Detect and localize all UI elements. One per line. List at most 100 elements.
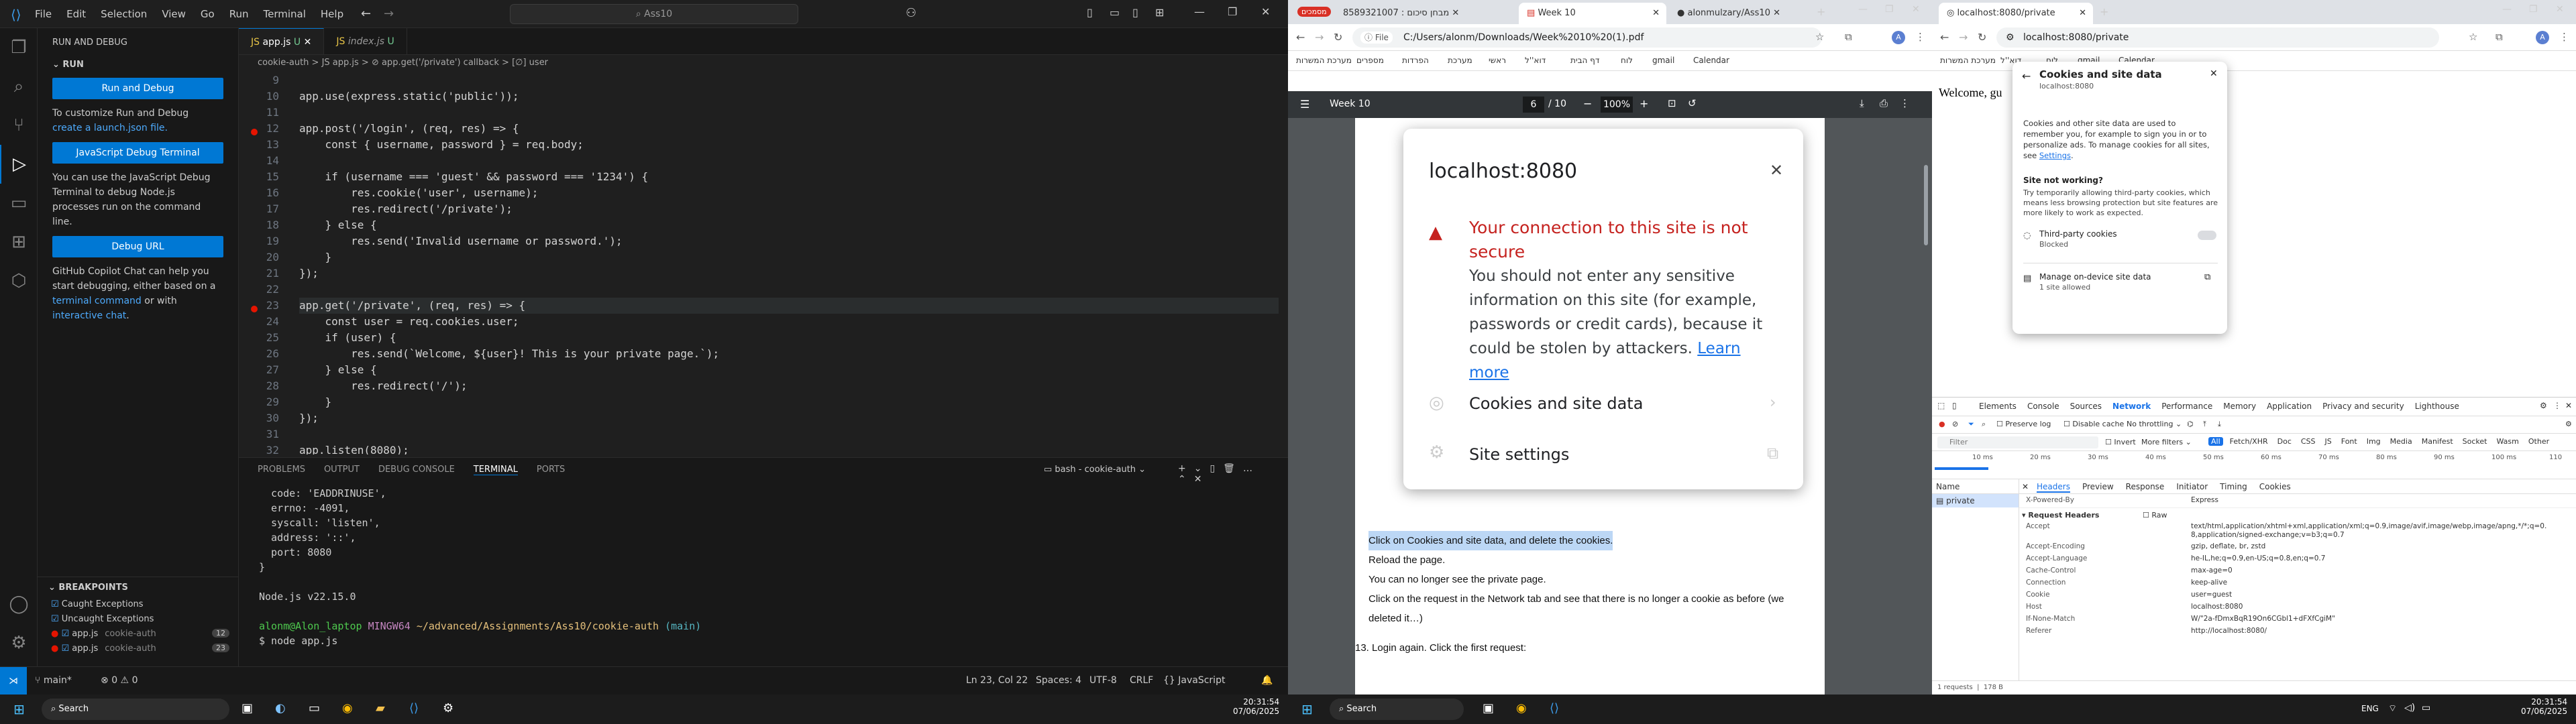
taskbar-search[interactable]: ⌕ Search [1330,699,1464,720]
breakpoint-item[interactable]: ☑ Caught Exceptions [38,598,239,613]
language-mode[interactable]: {} JavaScript [1163,675,1225,686]
wifi-icon[interactable]: ⌔ [2388,703,2397,715]
toggle-panel-icon[interactable]: ▭ [1110,6,1120,19]
bookmark-item[interactable]: מספרים [1356,56,1384,65]
chrome-app-icon[interactable]: ◉ [1516,701,1527,715]
taskbar-search[interactable]: ⌕ Search [42,699,229,720]
bookmark-item[interactable]: דף הבית [1570,56,1599,65]
create-launch-link[interactable]: create a launch.json file. [52,123,168,133]
devtools-tab-privacy-and-security[interactable]: Privacy and security [2322,402,2404,411]
profile-avatar[interactable]: A [2536,31,2549,44]
notifications-icon[interactable]: 🔔 [1261,675,1273,686]
devtools-tab-elements[interactable]: Elements [1979,402,2017,411]
menu-view[interactable]: View [162,8,186,20]
filter-chip[interactable]: Doc [2275,437,2294,446]
request-row[interactable]: ▤ private [1932,494,2019,507]
panel-tab-ports[interactable]: PORTS [537,465,565,475]
invert-checkbox[interactable]: ☐ Invert [2105,438,2136,446]
pdf-menu-icon[interactable]: ☰ [1300,98,1309,111]
site-settings-row[interactable]: ⚙ Site settings ⧉ [1403,434,1803,476]
filter-chip[interactable]: CSS [2298,437,2318,446]
filter-chip[interactable]: All [2208,437,2223,446]
copilot-app-icon[interactable]: ◐ [275,701,286,715]
devtools-tab-console[interactable]: Console [2027,402,2059,411]
checkbox-icon[interactable]: ☑ [51,614,62,624]
checkbox-icon[interactable]: ☑ [61,644,72,654]
maximize-icon[interactable]: ❐ [2529,4,2538,15]
reload-icon[interactable]: ↻ [1978,31,1986,44]
tab-week10[interactable]: ▤ Week 10 ✕ [1519,3,1666,24]
record-icon[interactable]: ● [1939,420,1945,428]
breakpoint-item[interactable]: ● ☑ app.js cookie-auth 23 [38,642,239,657]
filter-chip[interactable]: JS [2322,437,2334,446]
popup-close-icon[interactable]: ✕ [2210,68,2218,79]
network-conditions-icon[interactable]: ⌬ [2187,420,2194,428]
minimize-icon[interactable]: — [2502,4,2512,15]
chrome-menu-icon[interactable]: ⋮ [1915,31,1925,43]
tab-localhost[interactable]: ◎ localhost:8080/private ✕ [1939,3,2093,24]
windows-start-icon[interactable]: ⊞ [1301,701,1313,717]
menu-terminal[interactable]: Terminal [264,8,306,20]
problems-status[interactable]: ⊗ 0 ⚠ 0 [101,675,138,686]
omnibox[interactable]: ⓘ File C:/Users/alonm/Downloads/Week%2010… [1352,27,1822,48]
back-arrow-icon[interactable]: ← [2022,70,2031,82]
minimize-icon[interactable]: — [1194,5,1205,18]
cursor-position[interactable]: Ln 23, Col 22 [966,675,1028,686]
indentation[interactable]: Spaces: 4 [1036,675,1081,686]
zoom-in-icon[interactable]: + [1640,97,1648,110]
name-column-header[interactable]: Name [1932,479,2019,494]
explorer-icon[interactable]: ❐ [0,28,38,67]
bookmark-item[interactable]: ראשי [1489,56,1506,65]
menu-go[interactable]: Go [201,8,215,20]
request-headers-title[interactable]: ▾ Request Headers ☐ Raw [2019,507,2576,521]
menu-file[interactable]: File [35,8,52,20]
tab-app-js[interactable]: JS app.js U ✕ [239,28,325,54]
encoding[interactable]: UTF-8 [1089,675,1117,686]
settings-app-icon[interactable]: ⚙ [443,701,453,715]
preserve-log-checkbox[interactable]: ☐ Preserve log [1996,420,2051,428]
filter-chip[interactable]: Img [2364,437,2383,446]
vscode-app-icon[interactable]: ⟨⟩ [1550,701,1559,715]
bookmark-star-icon[interactable]: ☆ [1815,31,1824,43]
chrome-menu-icon[interactable]: ⋮ [2559,31,2569,43]
back-icon[interactable]: ← [1940,31,1949,44]
layout-icon[interactable]: ⊞ [1155,6,1164,19]
fit-page-icon[interactable]: ⊡ [1668,97,1676,109]
bookmark-item[interactable]: מערכת המשרות [1940,56,1996,65]
extensions-icon[interactable]: ⧉ [2496,31,2503,43]
filter-chip[interactable]: Manifest [2419,437,2456,446]
filter-chip[interactable]: Other [2526,437,2552,446]
print-icon[interactable]: ⎙ [1880,97,1888,109]
panel-tab-output[interactable]: OUTPUT [324,465,360,475]
toggle-sidebar-icon[interactable]: ▯ [1087,6,1093,19]
detail-tab-initiator[interactable]: Initiator [2176,482,2208,493]
source-control-icon[interactable]: ⑂ [0,106,38,145]
account-icon[interactable]: ◯ [0,585,38,623]
code-view[interactable]: 9 10 app.use(express.static('public')); 11 1… [239,72,1285,455]
copilot-icon[interactable]: ⚇ [906,6,916,20]
profile-avatar[interactable]: A [1892,31,1905,44]
filter-chip[interactable]: Media [2387,437,2415,446]
vscode-app-icon[interactable]: ⟨⟩ [409,701,419,715]
debug-url-button[interactable]: Debug URL [52,236,223,257]
devtools-close-icon[interactable]: ✕ [2565,401,2572,410]
third-party-toggle[interactable] [2198,231,2216,240]
detail-tab-timing[interactable]: Timing [2220,482,2247,493]
command-center-search[interactable]: ⌕ Ass10 [510,4,798,24]
maximize-icon[interactable]: ❐ [1228,5,1237,18]
file-explorer-icon[interactable]: ▰ [376,701,385,715]
task-view-icon[interactable]: ▣ [1483,701,1494,715]
more-icon[interactable]: ⋮ [1900,97,1910,109]
run-and-debug-button[interactable]: Run and Debug [52,78,223,99]
panel-tab-terminal[interactable]: TERMINAL [473,465,518,475]
extensions-icon[interactable]: ⊞ [0,223,38,261]
pdf-scrollbar[interactable] [1924,165,1928,245]
omnibox[interactable]: ⚙ localhost:8080/private [1996,27,2439,48]
clock-left[interactable]: 20:31:54 07/06/2025 [1233,697,1279,716]
forward-icon[interactable]: → [1959,31,1968,44]
menu-edit[interactable]: Edit [66,8,86,20]
filter-input[interactable]: Filter [1937,436,2098,448]
filter-chip[interactable]: Font [2339,437,2360,446]
rotate-icon[interactable]: ↺ [1688,97,1697,109]
terminal-app-icon[interactable]: ▭ [309,701,320,715]
